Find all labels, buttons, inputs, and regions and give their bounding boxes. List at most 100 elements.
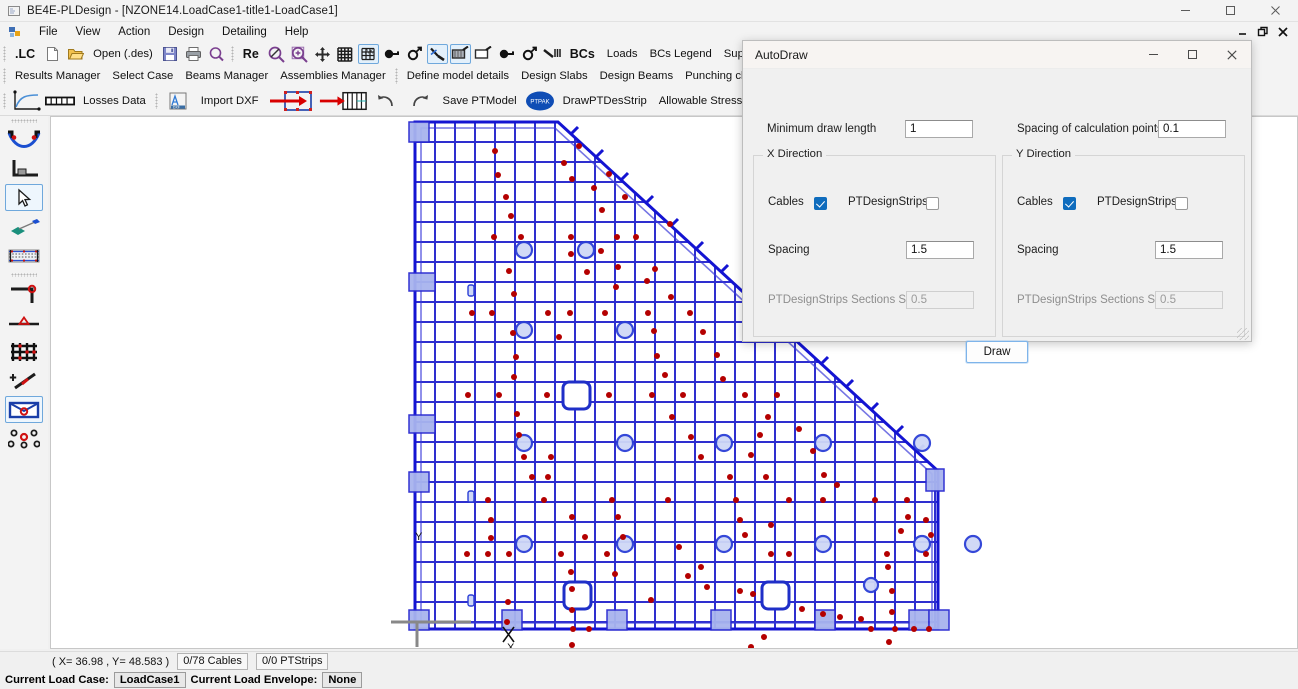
points-pattern-icon[interactable] bbox=[5, 425, 43, 452]
cable-profile-icon[interactable] bbox=[5, 126, 43, 153]
toolbar-grip[interactable] bbox=[3, 46, 6, 62]
mdi-restore-button[interactable] bbox=[1253, 23, 1273, 41]
zoom-extents-icon[interactable] bbox=[266, 44, 287, 64]
tb-design-beams[interactable]: Design Beams bbox=[594, 68, 679, 84]
cables-count[interactable]: 0/78 Cables bbox=[177, 653, 248, 670]
open-des-button[interactable]: Open (.des) bbox=[87, 46, 159, 62]
zoom-in-icon[interactable] bbox=[289, 44, 310, 64]
mdi-app-icon bbox=[8, 25, 22, 39]
left-toolbar-grip[interactable] bbox=[11, 119, 37, 123]
x-ptdesignstrips-checkbox[interactable] bbox=[926, 197, 939, 210]
autodraw-maximize-button[interactable] bbox=[1173, 41, 1212, 69]
import-dxf-button[interactable]: Import DXF bbox=[195, 93, 265, 109]
bcs-button[interactable]: BCs bbox=[564, 45, 601, 63]
bcs-legend-button[interactable]: BCs Legend bbox=[644, 46, 718, 62]
anchor-live-icon[interactable] bbox=[404, 44, 425, 64]
save-ptmodel-button[interactable]: Save PTModel bbox=[437, 93, 523, 109]
loads-button[interactable]: Loads bbox=[601, 46, 644, 62]
autodraw-dialog[interactable]: AutoDraw Minimum draw length 1 Spacing o… bbox=[742, 40, 1252, 363]
redo-icon[interactable] bbox=[405, 88, 435, 114]
pan-move-icon[interactable] bbox=[312, 44, 333, 64]
y-direction-legend: Y Direction bbox=[1012, 148, 1076, 160]
menu-view[interactable]: View bbox=[67, 24, 110, 40]
toolbar-grip[interactable] bbox=[230, 46, 234, 62]
window-maximize-button[interactable] bbox=[1208, 0, 1253, 22]
extend-to-strip-icon[interactable] bbox=[319, 88, 367, 114]
node-corner-icon[interactable] bbox=[5, 280, 43, 307]
save-icon[interactable] bbox=[160, 44, 181, 64]
support-corner-icon[interactable] bbox=[5, 155, 43, 182]
y-cables-checkbox[interactable] bbox=[1063, 197, 1076, 210]
autodraw-close-button[interactable] bbox=[1212, 41, 1251, 69]
menu-detailing[interactable]: Detailing bbox=[213, 24, 276, 40]
mdi-minimize-button[interactable] bbox=[1233, 23, 1253, 41]
losses-strip-icon[interactable] bbox=[45, 88, 75, 114]
tb-assemblies-manager[interactable]: Assemblies Manager bbox=[274, 68, 391, 84]
losses-data-button[interactable]: Losses Data bbox=[77, 93, 152, 109]
tb-design-slabs[interactable]: Design Slabs bbox=[515, 68, 594, 84]
toolbar-grip[interactable] bbox=[394, 68, 398, 84]
menu-help[interactable]: Help bbox=[276, 24, 318, 40]
import-dxf-icon[interactable]: DXF bbox=[163, 88, 193, 114]
spacing-calc-points-input[interactable]: 0.1 bbox=[1158, 120, 1226, 138]
anchor-dead-icon[interactable] bbox=[381, 44, 402, 64]
menu-action[interactable]: Action bbox=[109, 24, 159, 40]
x-cables-checkbox[interactable] bbox=[814, 197, 827, 210]
cable-hatch-icon[interactable] bbox=[542, 44, 563, 64]
menu-design[interactable]: Design bbox=[159, 24, 213, 40]
draw-ptdesstrip-button[interactable]: DrawPTDesStrip bbox=[557, 93, 653, 109]
ptstrips-count[interactable]: 0/0 PTStrips bbox=[255, 653, 329, 670]
x-spacing-input[interactable]: 1.5 bbox=[906, 241, 974, 259]
undo-icon[interactable] bbox=[371, 88, 401, 114]
diamond-line-icon[interactable] bbox=[5, 213, 43, 240]
current-load-envelope-value[interactable]: None bbox=[322, 672, 363, 688]
left-toolbar-grip[interactable] bbox=[11, 273, 37, 277]
toolbar-grip[interactable] bbox=[3, 92, 6, 109]
toolbar-grip[interactable] bbox=[3, 68, 6, 84]
print-icon[interactable] bbox=[183, 44, 204, 64]
anchor-dead2-icon[interactable] bbox=[496, 44, 517, 64]
draw-strip-empty-icon[interactable] bbox=[473, 44, 494, 64]
current-load-case-value[interactable]: LoadCase1 bbox=[113, 672, 186, 688]
statusbar-loadcase: Current Load Case: LoadCase1 Current Loa… bbox=[0, 671, 1298, 689]
mesh-axes-icon[interactable]: AX bbox=[357, 44, 379, 64]
tb-beams-manager[interactable]: Beams Manager bbox=[179, 68, 274, 84]
mesh-grid-icon[interactable] bbox=[5, 338, 43, 365]
mdi-window-controls bbox=[1233, 23, 1298, 41]
select-arrow-icon[interactable] bbox=[5, 184, 43, 211]
tb-select-case[interactable]: Select Case bbox=[106, 68, 179, 84]
extend-to-region-icon[interactable] bbox=[267, 88, 315, 114]
y-sections-spacing-input[interactable]: 0.5 bbox=[1155, 291, 1223, 309]
mdi-close-button[interactable] bbox=[1273, 23, 1293, 41]
min-draw-length-input[interactable]: 1 bbox=[905, 120, 973, 138]
y-spacing-input[interactable]: 1.5 bbox=[1155, 241, 1223, 259]
tb-define-model-details[interactable]: Define model details bbox=[401, 68, 515, 84]
draw-strip-filled-icon[interactable] bbox=[449, 44, 471, 64]
strip-table-icon[interactable] bbox=[5, 242, 43, 269]
envelope-target-icon[interactable] bbox=[5, 396, 43, 423]
draw-cable-icon[interactable] bbox=[426, 44, 448, 64]
menu-file[interactable]: File bbox=[30, 24, 67, 40]
window-close-button[interactable] bbox=[1253, 0, 1298, 22]
losses-graph-icon[interactable] bbox=[11, 88, 41, 114]
tb-results-manager[interactable]: Results Manager bbox=[9, 68, 106, 84]
open-folder-icon[interactable] bbox=[65, 44, 86, 64]
lc-button[interactable]: .LC bbox=[9, 45, 41, 63]
current-load-envelope-label: Current Load Envelope: bbox=[190, 674, 318, 686]
toolbar-grip[interactable] bbox=[154, 92, 158, 109]
autodraw-minimize-button[interactable] bbox=[1134, 41, 1173, 69]
anchor-live2-icon[interactable] bbox=[519, 44, 540, 64]
grid-mesh-icon[interactable] bbox=[335, 44, 356, 64]
print-preview-icon[interactable] bbox=[206, 44, 227, 64]
ptpak-badge-icon[interactable]: PTPAK bbox=[525, 88, 555, 114]
section-marker-icon[interactable] bbox=[5, 309, 43, 336]
dialog-resize-grip[interactable] bbox=[1237, 328, 1249, 340]
new-file-icon[interactable] bbox=[42, 44, 63, 64]
x-sections-spacing-input[interactable]: 0.5 bbox=[906, 291, 974, 309]
axis-y-label: Y bbox=[415, 531, 423, 543]
y-ptdesignstrips-checkbox[interactable] bbox=[1175, 197, 1188, 210]
window-minimize-button[interactable] bbox=[1163, 0, 1208, 22]
draw-button[interactable]: Draw bbox=[966, 341, 1028, 363]
re-button[interactable]: Re bbox=[237, 45, 265, 63]
add-cable-icon[interactable] bbox=[5, 367, 43, 394]
